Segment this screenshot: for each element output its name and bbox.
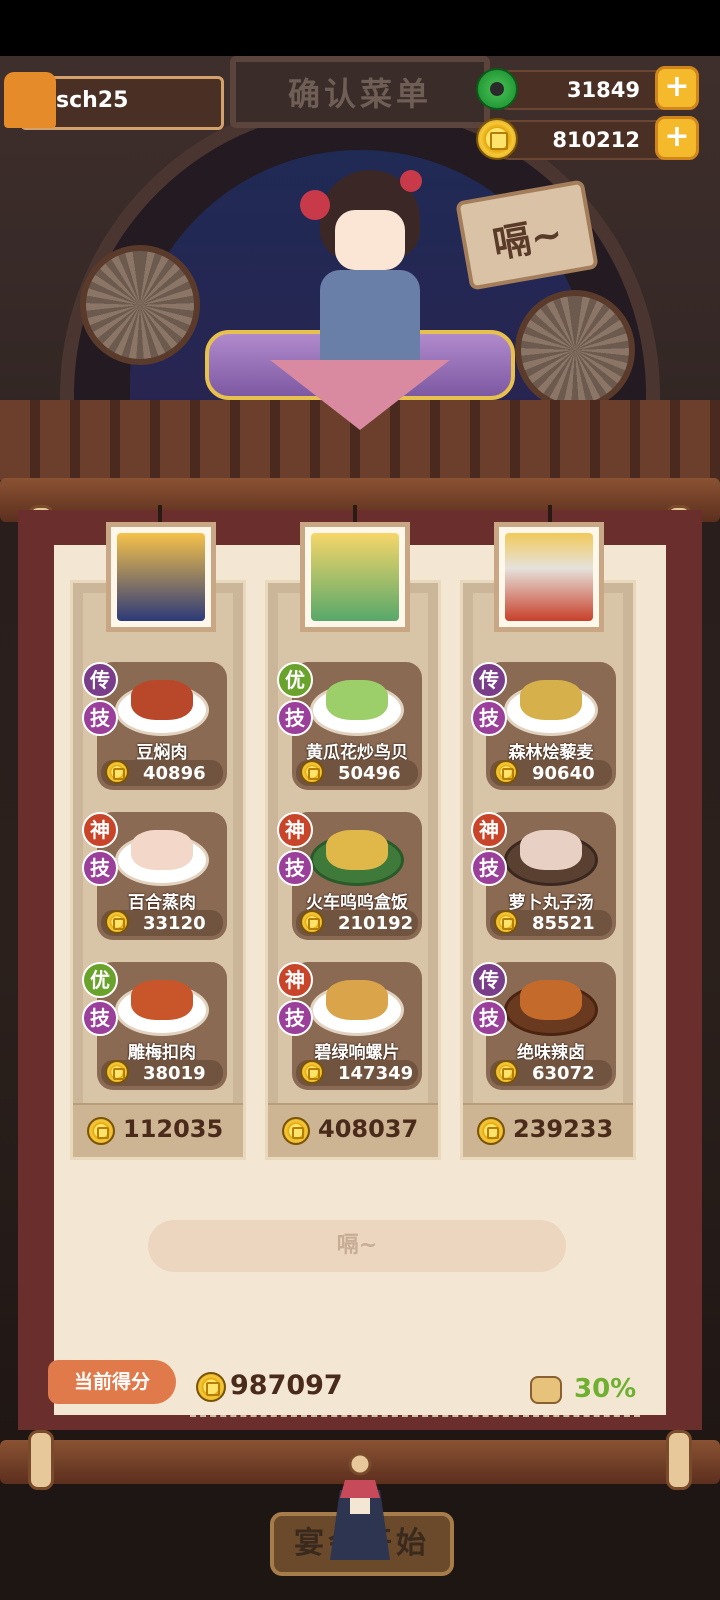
rod-end-right: [666, 1430, 692, 1490]
rank-badge: 神: [277, 962, 313, 998]
chef-character: [300, 160, 430, 360]
skill-badge: 技: [471, 1000, 507, 1036]
coin-icon: [87, 1117, 115, 1145]
status-bar: [0, 0, 720, 56]
skill-badge: 技: [471, 850, 507, 886]
dish-price: 63072: [532, 1063, 595, 1084]
coin-icon: [476, 118, 518, 160]
rank-badge: 优: [277, 662, 313, 698]
rank-badge: 神: [471, 812, 507, 848]
rank-badge: 传: [471, 662, 507, 698]
skill-badge: 技: [82, 1000, 118, 1036]
rod-end-left: [28, 1430, 54, 1490]
dish-price: 38019: [143, 1063, 206, 1084]
player-avatar-icon[interactable]: [4, 72, 56, 128]
player-name: sch25: [56, 88, 129, 113]
column-total: 239233: [513, 1115, 614, 1143]
rank-badge: 传: [471, 962, 507, 998]
skill-badge: 技: [277, 850, 313, 886]
coin-icon: [300, 910, 324, 934]
dish-price: 85521: [532, 913, 595, 934]
rank-badge: 神: [82, 812, 118, 848]
coin-icon: [494, 760, 518, 784]
skill-badge: 技: [82, 700, 118, 736]
rank-badge: 传: [82, 662, 118, 698]
column-total-bar: 239233: [463, 1103, 633, 1157]
burp-button[interactable]: 嗝~: [148, 1220, 566, 1272]
guest-portrait-2[interactable]: [300, 522, 410, 632]
guest-portrait-3[interactable]: [494, 522, 604, 632]
bonus-percent: 30%: [574, 1374, 637, 1404]
skill-badge: 技: [277, 700, 313, 736]
coin-icon: [105, 1060, 129, 1084]
dish-price: 210192: [338, 913, 414, 934]
column-total: 112035: [123, 1115, 224, 1143]
score-divider: [190, 1415, 640, 1417]
game-screen: 确认菜单 嗝~ sch25 31849 + 810212 + 112035 40…: [0, 0, 720, 1600]
dish-price: 40896: [143, 763, 206, 784]
guest-portrait-1[interactable]: [106, 522, 216, 632]
rank-badge: 优: [82, 962, 118, 998]
add-jade-button[interactable]: +: [655, 66, 699, 110]
coin-icon: [105, 760, 129, 784]
add-coins-button[interactable]: +: [655, 116, 699, 160]
fan-right-icon: [515, 290, 635, 410]
menu-title: 确认菜单: [287, 75, 432, 113]
coin-icon: [282, 1117, 310, 1145]
jade-value: 31849: [566, 78, 640, 102]
speech-text: 嗝~: [489, 210, 566, 267]
jade-icon: [476, 68, 518, 110]
coin-icon: [300, 760, 324, 784]
skill-badge: 技: [277, 1000, 313, 1036]
fan-left-icon: [80, 245, 200, 365]
coin-value: 810212: [552, 128, 640, 152]
skill-badge: 技: [82, 850, 118, 886]
dish-price: 50496: [338, 763, 401, 784]
rank-badge: 神: [277, 812, 313, 848]
column-total-bar: 112035: [73, 1103, 243, 1157]
dish-price: 33120: [143, 913, 206, 934]
coin-icon: [494, 1060, 518, 1084]
column-total: 408037: [318, 1115, 419, 1143]
current-score-value: 987097: [230, 1370, 343, 1401]
coin-icon: [105, 910, 129, 934]
tassel-knot-icon: [330, 1452, 390, 1560]
coin-icon: [300, 1060, 324, 1084]
coin-icon: [196, 1372, 226, 1402]
dish-price: 147349: [338, 1063, 414, 1084]
coin-icon: [494, 910, 518, 934]
skill-badge: 技: [471, 700, 507, 736]
bonus-pot-icon: [530, 1376, 562, 1404]
dish-price: 90640: [532, 763, 595, 784]
menu-title-board: 确认菜单: [230, 56, 490, 128]
coin-icon: [477, 1117, 505, 1145]
column-total-bar: 408037: [268, 1103, 438, 1157]
current-score-label: 当前得分: [48, 1360, 176, 1404]
